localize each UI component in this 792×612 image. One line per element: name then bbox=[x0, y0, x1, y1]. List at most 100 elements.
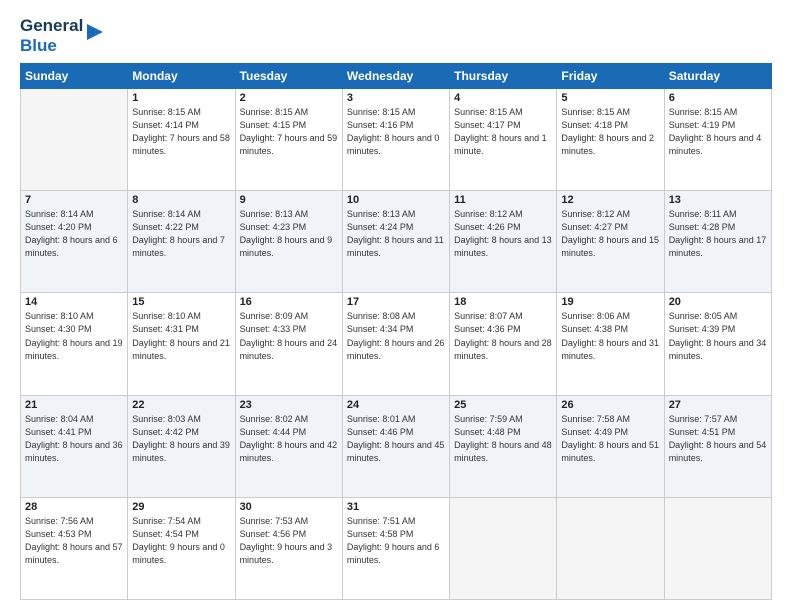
calendar-cell: 17 Sunrise: 8:08 AMSunset: 4:34 PMDayligh… bbox=[342, 293, 449, 395]
header: General Blue bbox=[20, 16, 772, 55]
day-number: 16 bbox=[240, 296, 338, 308]
cell-content: Sunrise: 8:02 AMSunset: 4:44 PMDaylight:… bbox=[240, 413, 338, 465]
cell-content: Sunrise: 8:15 AMSunset: 4:18 PMDaylight:… bbox=[561, 106, 659, 158]
day-number: 21 bbox=[25, 399, 123, 411]
day-number: 20 bbox=[669, 296, 767, 308]
day-number: 26 bbox=[561, 399, 659, 411]
day-number: 23 bbox=[240, 399, 338, 411]
calendar-cell: 30 Sunrise: 7:53 AMSunset: 4:56 PMDayligh… bbox=[235, 497, 342, 599]
calendar-cell: 20 Sunrise: 8:05 AMSunset: 4:39 PMDayligh… bbox=[664, 293, 771, 395]
cell-content: Sunrise: 7:59 AMSunset: 4:48 PMDaylight:… bbox=[454, 413, 552, 465]
day-number: 12 bbox=[561, 194, 659, 206]
cell-content: Sunrise: 7:57 AMSunset: 4:51 PMDaylight:… bbox=[669, 413, 767, 465]
calendar-cell: 18Sunrise: 8:07 AMSunset: 4:36 PMDayligh… bbox=[450, 293, 557, 395]
cell-content: Sunrise: 8:10 AMSunset: 4:30 PMDaylight:… bbox=[25, 310, 123, 362]
day-header-wednesday: Wednesday bbox=[342, 64, 449, 89]
cell-content: Sunrise: 8:03 AMSunset: 4:42 PMDaylight:… bbox=[132, 413, 230, 465]
cell-content: Sunrise: 7:53 AMSunset: 4:56 PMDaylight:… bbox=[240, 515, 338, 567]
day-header-saturday: Saturday bbox=[664, 64, 771, 89]
day-number: 13 bbox=[669, 194, 767, 206]
calendar-week-3: 21 Sunrise: 8:04 AMSunset: 4:41 PMDayligh… bbox=[21, 395, 772, 497]
calendar-cell: 24 Sunrise: 8:01 AMSunset: 4:46 PMDayligh… bbox=[342, 395, 449, 497]
cell-content: Sunrise: 8:14 AMSunset: 4:22 PMDaylight:… bbox=[132, 208, 230, 260]
calendar-cell: 7 Sunrise: 8:14 AMSunset: 4:20 PMDaylight… bbox=[21, 191, 128, 293]
cell-content: Sunrise: 8:15 AMSunset: 4:17 PMDaylight:… bbox=[454, 106, 552, 158]
cell-content: Sunrise: 8:15 AMSunset: 4:14 PMDaylight:… bbox=[132, 106, 230, 158]
calendar-cell: 13 Sunrise: 8:11 AMSunset: 4:28 PMDayligh… bbox=[664, 191, 771, 293]
day-number: 11 bbox=[454, 194, 552, 206]
calendar-cell: 8 Sunrise: 8:14 AMSunset: 4:22 PMDaylight… bbox=[128, 191, 235, 293]
day-number: 10 bbox=[347, 194, 445, 206]
calendar-cell: 6 Sunrise: 8:15 AMSunset: 4:19 PMDaylight… bbox=[664, 89, 771, 191]
cell-content: Sunrise: 8:15 AMSunset: 4:15 PMDaylight:… bbox=[240, 106, 338, 158]
cell-content: Sunrise: 8:07 AMSunset: 4:36 PMDaylight:… bbox=[454, 310, 552, 362]
day-number: 19 bbox=[561, 296, 659, 308]
page: General Blue SundayMondayTuesdayWednesda… bbox=[0, 0, 792, 612]
cell-content: Sunrise: 8:06 AMSunset: 4:38 PMDaylight:… bbox=[561, 310, 659, 362]
day-number: 9 bbox=[240, 194, 338, 206]
day-number: 7 bbox=[25, 194, 123, 206]
day-header-friday: Friday bbox=[557, 64, 664, 89]
logo-text-general: General bbox=[20, 16, 83, 36]
cell-content: Sunrise: 8:05 AMSunset: 4:39 PMDaylight:… bbox=[669, 310, 767, 362]
logo: General Blue bbox=[20, 16, 103, 55]
calendar-cell bbox=[450, 497, 557, 599]
cell-content: Sunrise: 7:56 AMSunset: 4:53 PMDaylight:… bbox=[25, 515, 123, 567]
calendar-cell: 22Sunrise: 8:03 AMSunset: 4:42 PMDayligh… bbox=[128, 395, 235, 497]
day-number: 4 bbox=[454, 92, 552, 104]
calendar-week-2: 14 Sunrise: 8:10 AMSunset: 4:30 PMDayligh… bbox=[21, 293, 772, 395]
calendar-week-4: 28 Sunrise: 7:56 AMSunset: 4:53 PMDayligh… bbox=[21, 497, 772, 599]
day-number: 5 bbox=[561, 92, 659, 104]
cell-content: Sunrise: 8:08 AMSunset: 4:34 PMDaylight:… bbox=[347, 310, 445, 362]
calendar-cell: 19 Sunrise: 8:06 AMSunset: 4:38 PMDayligh… bbox=[557, 293, 664, 395]
day-number: 17 bbox=[347, 296, 445, 308]
day-header-monday: Monday bbox=[128, 64, 235, 89]
day-number: 24 bbox=[347, 399, 445, 411]
cell-content: Sunrise: 8:12 AMSunset: 4:27 PMDaylight:… bbox=[561, 208, 659, 260]
cell-content: Sunrise: 8:01 AMSunset: 4:46 PMDaylight:… bbox=[347, 413, 445, 465]
calendar-cell bbox=[557, 497, 664, 599]
day-number: 28 bbox=[25, 501, 123, 513]
calendar-cell: 1 Sunrise: 8:15 AMSunset: 4:14 PMDaylight… bbox=[128, 89, 235, 191]
cell-content: Sunrise: 8:12 AMSunset: 4:26 PMDaylight:… bbox=[454, 208, 552, 260]
calendar-cell: 9 Sunrise: 8:13 AMSunset: 4:23 PMDaylight… bbox=[235, 191, 342, 293]
calendar-cell: 27 Sunrise: 7:57 AMSunset: 4:51 PMDayligh… bbox=[664, 395, 771, 497]
day-number: 30 bbox=[240, 501, 338, 513]
calendar-cell: 31Sunrise: 7:51 AMSunset: 4:58 PMDayligh… bbox=[342, 497, 449, 599]
cell-content: Sunrise: 8:13 AMSunset: 4:23 PMDaylight:… bbox=[240, 208, 338, 260]
day-number: 27 bbox=[669, 399, 767, 411]
calendar-cell: 5 Sunrise: 8:15 AMSunset: 4:18 PMDaylight… bbox=[557, 89, 664, 191]
calendar-cell: 21 Sunrise: 8:04 AMSunset: 4:41 PMDayligh… bbox=[21, 395, 128, 497]
day-number: 2 bbox=[240, 92, 338, 104]
logo-flag-icon bbox=[85, 22, 103, 50]
day-number: 1 bbox=[132, 92, 230, 104]
calendar-cell: 15Sunrise: 8:10 AMSunset: 4:31 PMDayligh… bbox=[128, 293, 235, 395]
cell-content: Sunrise: 8:10 AMSunset: 4:31 PMDaylight:… bbox=[132, 310, 230, 362]
cell-content: Sunrise: 7:58 AMSunset: 4:49 PMDaylight:… bbox=[561, 413, 659, 465]
day-header-sunday: Sunday bbox=[21, 64, 128, 89]
cell-content: Sunrise: 8:15 AMSunset: 4:19 PMDaylight:… bbox=[669, 106, 767, 158]
day-number: 29 bbox=[132, 501, 230, 513]
calendar-header-row: SundayMondayTuesdayWednesdayThursdayFrid… bbox=[21, 64, 772, 89]
day-number: 14 bbox=[25, 296, 123, 308]
cell-content: Sunrise: 8:14 AMSunset: 4:20 PMDaylight:… bbox=[25, 208, 123, 260]
cell-content: Sunrise: 8:09 AMSunset: 4:33 PMDaylight:… bbox=[240, 310, 338, 362]
cell-content: Sunrise: 7:54 AMSunset: 4:54 PMDaylight:… bbox=[132, 515, 230, 567]
cell-content: Sunrise: 8:04 AMSunset: 4:41 PMDaylight:… bbox=[25, 413, 123, 465]
calendar-cell bbox=[21, 89, 128, 191]
calendar-week-0: 1 Sunrise: 8:15 AMSunset: 4:14 PMDaylight… bbox=[21, 89, 772, 191]
calendar-cell: 12 Sunrise: 8:12 AMSunset: 4:27 PMDayligh… bbox=[557, 191, 664, 293]
day-header-tuesday: Tuesday bbox=[235, 64, 342, 89]
day-number: 31 bbox=[347, 501, 445, 513]
cell-content: Sunrise: 8:11 AMSunset: 4:28 PMDaylight:… bbox=[669, 208, 767, 260]
calendar-cell: 4 Sunrise: 8:15 AMSunset: 4:17 PMDaylight… bbox=[450, 89, 557, 191]
day-number: 3 bbox=[347, 92, 445, 104]
day-number: 8 bbox=[132, 194, 230, 206]
calendar-cell: 10Sunrise: 8:13 AMSunset: 4:24 PMDayligh… bbox=[342, 191, 449, 293]
calendar-cell: 3 Sunrise: 8:15 AMSunset: 4:16 PMDaylight… bbox=[342, 89, 449, 191]
day-header-thursday: Thursday bbox=[450, 64, 557, 89]
calendar-cell: 26 Sunrise: 7:58 AMSunset: 4:49 PMDayligh… bbox=[557, 395, 664, 497]
calendar-cell: 14 Sunrise: 8:10 AMSunset: 4:30 PMDayligh… bbox=[21, 293, 128, 395]
cell-content: Sunrise: 8:15 AMSunset: 4:16 PMDaylight:… bbox=[347, 106, 445, 158]
day-number: 6 bbox=[669, 92, 767, 104]
